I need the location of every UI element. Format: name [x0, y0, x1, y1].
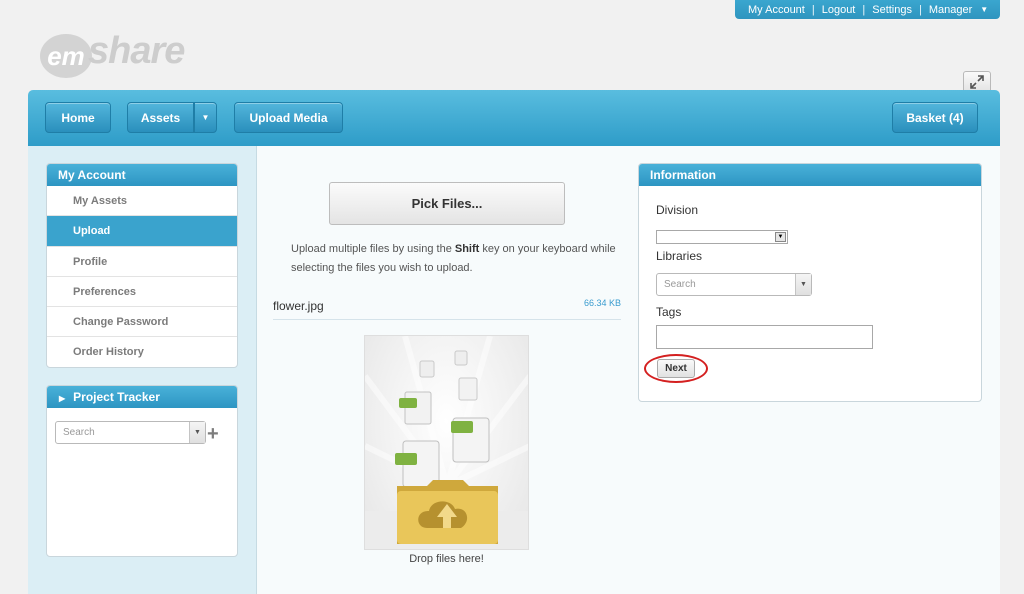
- sidebar-item-my-assets[interactable]: My Assets: [47, 186, 237, 217]
- separator: |: [918, 3, 922, 16]
- add-icon[interactable]: +: [207, 424, 219, 444]
- sidebar-item-preferences[interactable]: Preferences: [47, 277, 237, 308]
- drop-zone[interactable]: [364, 335, 529, 550]
- sidebar-item-profile[interactable]: Profile: [47, 247, 237, 277]
- separator: |: [811, 3, 815, 16]
- tags-input[interactable]: [656, 325, 873, 349]
- folder: [397, 480, 498, 544]
- upload-hint: Upload multiple files by using the Shift…: [291, 240, 621, 278]
- panel-title: Information: [639, 164, 981, 186]
- drop-label: Drop files here!: [409, 553, 484, 565]
- logout-link[interactable]: Logout: [822, 4, 856, 16]
- caret-down-icon[interactable]: ▼: [795, 274, 811, 295]
- triangle-right-icon: ▶: [59, 394, 66, 403]
- assets-button[interactable]: Assets: [127, 102, 194, 133]
- search-placeholder: Search: [664, 279, 696, 290]
- home-button[interactable]: Home: [45, 102, 111, 133]
- caret-down-icon: ▼: [201, 113, 210, 122]
- sidebar-item-upload[interactable]: Upload: [47, 216, 237, 247]
- panel-title: My Account: [47, 164, 237, 186]
- folder-cloud-illustration: [365, 336, 528, 549]
- top-links-bar: My Account | Logout | Settings | Manager…: [735, 0, 1000, 19]
- logo-wordmark: share: [88, 30, 185, 72]
- upload-media-button[interactable]: Upload Media: [234, 102, 343, 133]
- project-tracker-panel: ▶ Project Tracker: [46, 385, 238, 557]
- project-search-combo[interactable]: Search ▼: [55, 421, 206, 444]
- file-row: flower.jpg 66.34 KB: [273, 296, 621, 320]
- expand-icon: [970, 75, 984, 89]
- caret-down-icon[interactable]: ▼: [980, 5, 988, 14]
- basket-button[interactable]: Basket (4): [892, 102, 978, 133]
- division-label: Division: [656, 203, 699, 217]
- nav-bar: Home Assets ▼ Upload Media Basket (4): [28, 90, 1000, 146]
- hint-text: Upload multiple files by using the: [291, 243, 455, 255]
- tags-label: Tags: [656, 305, 682, 319]
- caret-down-icon[interactable]: ▼: [775, 232, 786, 242]
- search-placeholder: Search: [63, 427, 95, 438]
- libraries-label: Libraries: [656, 249, 703, 263]
- assets-dropdown-button[interactable]: ▼: [194, 102, 217, 133]
- settings-link[interactable]: Settings: [872, 4, 912, 16]
- file-name: flower.jpg: [273, 299, 324, 313]
- file-size: 66.34 KB: [583, 298, 621, 308]
- highlight-annotation: [644, 354, 708, 383]
- manager-menu[interactable]: Manager: [929, 4, 972, 16]
- caret-down-icon[interactable]: ▼: [189, 422, 205, 443]
- pick-files-button[interactable]: Pick Files...: [329, 182, 565, 225]
- logo-mark: em: [40, 34, 92, 78]
- hint-key: Shift: [454, 243, 480, 255]
- sidebar-item-change-password[interactable]: Change Password: [47, 307, 237, 338]
- libraries-search-combo[interactable]: Search ▼: [656, 273, 812, 296]
- sidebar-item-order-history[interactable]: Order History: [47, 337, 237, 367]
- division-select[interactable]: ▼: [656, 230, 788, 244]
- panel-title: Project Tracker: [73, 390, 160, 404]
- separator: |: [862, 3, 866, 16]
- my-account-panel: My Account My Assets Upload Profile Pref…: [46, 163, 238, 368]
- my-account-link[interactable]: My Account: [748, 4, 805, 16]
- project-tracker-header[interactable]: ▶ Project Tracker: [47, 386, 237, 408]
